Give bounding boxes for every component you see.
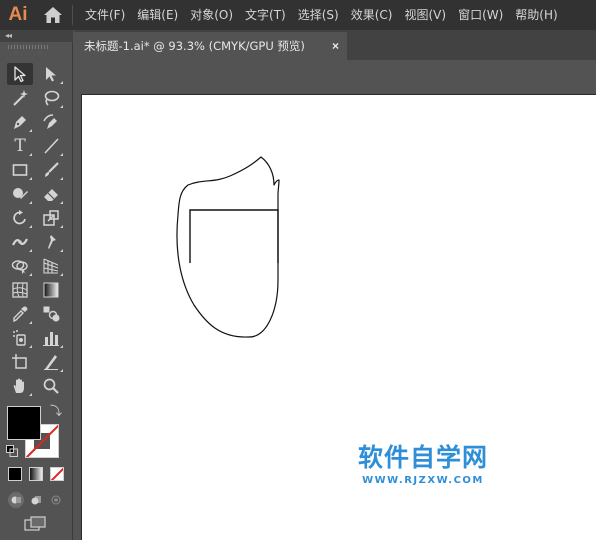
home-icon[interactable] xyxy=(36,0,70,30)
hand-tool-icon[interactable] xyxy=(7,375,33,397)
collapse-panel-icon[interactable]: ◂◂ xyxy=(5,30,12,42)
pen-tool-icon[interactable] xyxy=(7,111,33,133)
direct-selection-tool-icon[interactable] xyxy=(38,63,64,85)
swap-fill-stroke-icon[interactable]: ⤵ xyxy=(50,402,62,419)
eyedropper-tool-icon[interactable] xyxy=(7,303,33,325)
symbol-sprayer-tool-icon[interactable] xyxy=(7,327,33,349)
menu-file[interactable]: 文件(F) xyxy=(79,0,131,30)
panel-grip-handle[interactable] xyxy=(8,45,48,49)
paintbrush-tool-icon[interactable] xyxy=(38,159,64,181)
canvas-area[interactable]: 软件自学网 WWW.RJZXW.COM xyxy=(74,60,596,540)
curvature-tool-icon[interactable] xyxy=(38,111,64,133)
shape-builder-tool-icon[interactable] xyxy=(7,255,33,277)
blend-tool-icon[interactable] xyxy=(38,303,64,325)
magic-wand-tool-icon[interactable] xyxy=(7,87,33,109)
draw-behind-icon[interactable] xyxy=(28,492,44,508)
mesh-tool-icon[interactable] xyxy=(7,279,33,301)
type-glyph: T xyxy=(14,136,26,156)
slice-tool-icon[interactable] xyxy=(38,351,64,373)
menu-effect[interactable]: 效果(C) xyxy=(345,0,399,30)
app-logo: Ai xyxy=(8,4,28,25)
menu-window[interactable]: 窗口(W) xyxy=(452,0,509,30)
head-drawing[interactable] xyxy=(82,95,596,540)
line-segment-tool-icon[interactable] xyxy=(38,135,64,157)
scale-tool-icon[interactable] xyxy=(38,207,64,229)
artboard-tool-icon[interactable] xyxy=(7,351,33,373)
menu-select[interactable]: 选择(S) xyxy=(292,0,345,30)
illustrator-window: Ai 文件(F) 编辑(E) 对象(O) 文字(T) 选择(S) 效果(C) 视… xyxy=(0,0,596,540)
rotate-tool-icon[interactable] xyxy=(7,207,33,229)
head-outline-path xyxy=(176,156,280,338)
draw-normal-icon[interactable] xyxy=(8,492,24,508)
eraser-tool-icon[interactable] xyxy=(38,183,64,205)
menu-help[interactable]: 帮助(H) xyxy=(509,0,563,30)
gradient-tool-icon[interactable] xyxy=(38,279,64,301)
document-tab-title: 未标题-1.ai* @ 93.3% (CMYK/GPU 预览) xyxy=(84,39,305,53)
tools-panel-header: ◂◂ xyxy=(0,30,73,42)
lasso-tool-icon[interactable] xyxy=(38,87,64,109)
face-bracket-path xyxy=(189,209,279,263)
fill-swatch[interactable] xyxy=(7,406,41,440)
draw-inside-icon[interactable] xyxy=(48,492,64,508)
type-tool-icon[interactable]: T xyxy=(7,135,33,157)
menu-view[interactable]: 视图(V) xyxy=(398,0,452,30)
default-fill-stroke-icon[interactable] xyxy=(6,444,18,457)
close-tab-icon[interactable]: × xyxy=(332,32,339,60)
perspective-grid-tool-icon[interactable] xyxy=(38,255,64,277)
column-graph-tool-icon[interactable] xyxy=(38,327,64,349)
none-mode-button[interactable] xyxy=(50,467,64,481)
menu-object[interactable]: 对象(O) xyxy=(184,0,239,30)
watermark: 软件自学网 WWW.RJZXW.COM xyxy=(358,438,488,486)
menu-type[interactable]: 文字(T) xyxy=(239,0,292,30)
tools-panel: ◂◂ T ⤵ xyxy=(0,30,73,540)
selection-tool-icon[interactable] xyxy=(7,63,33,85)
watermark-url: WWW.RJZXW.COM xyxy=(362,475,484,486)
puppet-warp-tool-icon[interactable] xyxy=(38,231,64,253)
document-tab[interactable]: 未标题-1.ai* @ 93.3% (CMYK/GPU 预览) × xyxy=(74,32,347,60)
screen-mode-icon[interactable] xyxy=(24,516,48,532)
gradient-mode-button[interactable] xyxy=(29,467,43,481)
shaper-tool-icon[interactable] xyxy=(7,183,33,205)
zoom-tool-icon[interactable] xyxy=(38,375,64,397)
width-tool-icon[interactable] xyxy=(7,231,33,253)
menu-bar: Ai 文件(F) 编辑(E) 对象(O) 文字(T) 选择(S) 效果(C) 视… xyxy=(0,0,596,30)
watermark-title: 软件自学网 xyxy=(358,443,489,472)
menu-edit[interactable]: 编辑(E) xyxy=(131,0,184,30)
document-tab-bar: 未标题-1.ai* @ 93.3% (CMYK/GPU 预览) × xyxy=(74,30,596,60)
artboard[interactable]: 软件自学网 WWW.RJZXW.COM xyxy=(81,94,596,540)
menu-divider xyxy=(72,5,73,25)
color-mode-button[interactable] xyxy=(8,467,22,481)
rectangle-tool-icon[interactable] xyxy=(7,159,33,181)
